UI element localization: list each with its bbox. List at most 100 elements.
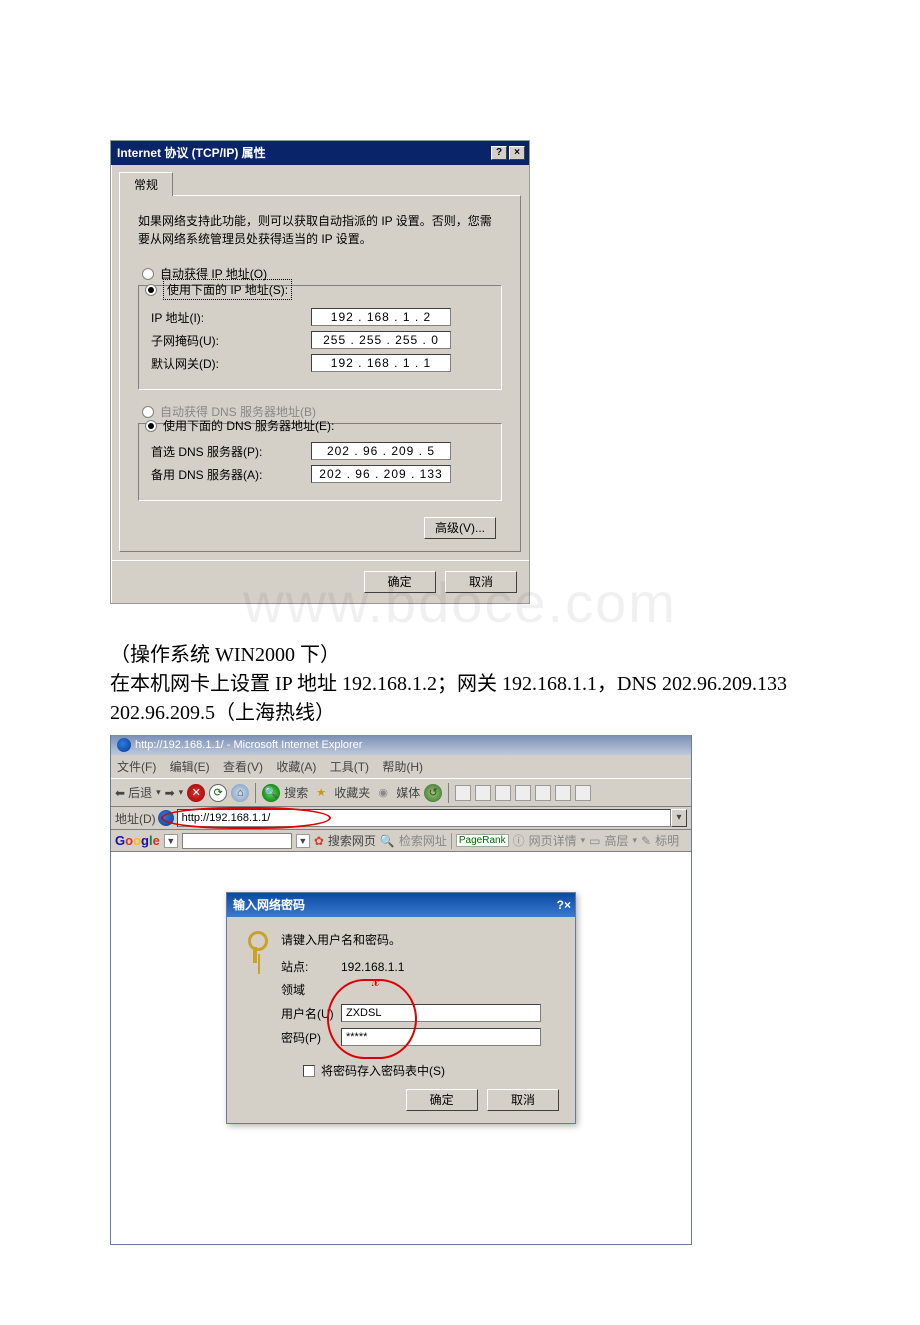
toolbar-favorites-label[interactable]: 收藏夹 <box>334 784 370 801</box>
google-logo[interactable]: Google <box>115 833 160 848</box>
history-icon[interactable]: ↺ <box>424 784 442 802</box>
ip-address-label: IP 地址(I): <box>151 309 311 326</box>
separator <box>255 783 256 803</box>
ie-icon <box>117 738 131 752</box>
radio-use-ip-label[interactable]: 使用下面的 IP 地址(S): <box>163 279 292 300</box>
site-label: 站点: <box>281 958 341 975</box>
subnet-mask-label: 子网掩码(U): <box>151 332 311 349</box>
google-highlight[interactable]: 标明 <box>655 832 679 849</box>
google-page-info[interactable]: 网页详情 <box>529 832 577 849</box>
menu-help[interactable]: 帮助(H) <box>382 760 423 774</box>
dropdown-icon[interactable]: ▾ <box>156 787 161 798</box>
tab-general[interactable]: 常规 <box>119 172 173 196</box>
edit-icon[interactable] <box>495 785 511 801</box>
google-dropdown2[interactable]: ▼ <box>296 834 310 848</box>
pagerank-badge[interactable]: PageRank <box>456 834 509 847</box>
radio-use-dns-label[interactable]: 使用下面的 DNS 服务器地址(E): <box>163 417 334 434</box>
preferred-dns-input[interactable]: 202 . 96 . 209 . 5 <box>311 442 451 460</box>
menu-view[interactable]: 查看(V) <box>223 760 263 774</box>
forward-button[interactable]: ➡ <box>165 786 175 800</box>
menu-edit[interactable]: 编辑(E) <box>170 760 210 774</box>
dialog-titlebar[interactable]: Internet 协议 (TCP/IP) 属性 ? × <box>111 141 529 165</box>
menu-file[interactable]: 文件(F) <box>117 760 156 774</box>
refresh-icon[interactable]: ⟳ <box>209 784 227 802</box>
home-icon[interactable]: ⌂ <box>231 784 249 802</box>
google-search-web[interactable]: 搜索网页 <box>328 832 376 849</box>
save-password-checkbox[interactable]: 将密码存入密码表中(S) <box>303 1062 559 1079</box>
ie-page-icon <box>158 810 174 826</box>
mail-icon[interactable] <box>455 785 471 801</box>
realm-label: 领域 <box>281 981 341 998</box>
media-icon[interactable]: ◉ <box>374 784 392 802</box>
help-button[interactable]: ? <box>557 898 564 912</box>
close-button[interactable]: × <box>564 898 571 912</box>
related-icon[interactable] <box>555 785 571 801</box>
search-icon[interactable]: 🔍 <box>262 784 280 802</box>
checkbox-icon <box>303 1065 315 1077</box>
search-web-icon[interactable]: ✿ <box>314 834 324 848</box>
info-icon[interactable]: ⓘ <box>513 832 525 849</box>
dialog-title: Internet 协议 (TCP/IP) 属性 <box>117 144 489 161</box>
doc-line1: （操作系统 WIN2000 下） <box>110 644 340 666</box>
ie-title: http://192.168.1.1/ - Microsoft Internet… <box>135 739 362 751</box>
alternate-dns-input[interactable]: 202 . 96 . 209 . 133 <box>311 465 451 483</box>
cancel-button[interactable]: 取消 <box>445 571 517 593</box>
default-gateway-label: 默认网关(D): <box>151 355 311 372</box>
alternate-dns-label: 备用 DNS 服务器(A): <box>151 466 311 483</box>
google-search-input[interactable] <box>182 833 292 849</box>
address-input[interactable] <box>177 809 671 827</box>
doc-paragraph: （操作系统 WIN2000 下） 在本机网卡上设置 IP 地址 192.168.… <box>110 638 810 725</box>
toolbar: ⬅后退 ▾ ➡ ▾ ✕ ⟳ ⌂ 🔍 搜索 ★ 收藏夹 ◉ 媒体 ↺ <box>111 779 691 807</box>
stop-icon[interactable]: ✕ <box>187 784 205 802</box>
radio-icon <box>142 268 154 280</box>
ok-button[interactable]: 确定 <box>406 1089 478 1111</box>
search-site-icon[interactable]: 🔍 <box>380 834 395 848</box>
password-label: 密码(P) <box>281 1029 341 1046</box>
radio-icon <box>145 420 157 432</box>
toolbar-media-label[interactable]: 媒体 <box>396 784 420 801</box>
highlight-icon[interactable]: ✎ <box>641 834 651 848</box>
favorites-icon[interactable]: ★ <box>312 784 330 802</box>
username-label: 用户名(U) <box>281 1005 341 1022</box>
subnet-mask-input[interactable]: 255 . 255 . 255 . 0 <box>311 331 451 349</box>
help-button[interactable]: ? <box>491 146 507 160</box>
username-input[interactable] <box>341 1004 541 1022</box>
google-search-site[interactable]: 检索网址 <box>399 832 447 849</box>
save-password-label: 将密码存入密码表中(S) <box>321 1062 445 1079</box>
misc-icon[interactable] <box>575 785 591 801</box>
auth-title: 输入网络密码 <box>233 896 557 913</box>
google-dropdown[interactable]: ▼ <box>164 834 178 848</box>
doc-line2: 在本机网卡上设置 IP 地址 192.168.1.2；网关 192.168.1.… <box>110 673 787 724</box>
ie-titlebar[interactable]: http://192.168.1.1/ - Microsoft Internet… <box>111 735 691 755</box>
toolbar-search-label[interactable]: 搜索 <box>284 784 308 801</box>
back-button[interactable]: ⬅后退 <box>115 784 152 801</box>
up-icon[interactable]: ▭ <box>589 834 600 848</box>
close-button[interactable]: × <box>509 146 525 160</box>
ie-window: http://192.168.1.1/ - Microsoft Internet… <box>110 735 692 1245</box>
print-icon[interactable] <box>475 785 491 801</box>
menu-tools[interactable]: 工具(T) <box>330 760 369 774</box>
password-input[interactable] <box>341 1028 541 1046</box>
ip-address-input[interactable]: 192 . 168 . 1 . 2 <box>311 308 451 326</box>
auth-titlebar[interactable]: 输入网络密码 ? × <box>227 893 575 917</box>
encoding-icon[interactable] <box>535 785 551 801</box>
preferred-dns-label: 首选 DNS 服务器(P): <box>151 443 311 460</box>
auth-prompt: 请键入用户名和密码。 <box>281 931 559 948</box>
radio-icon <box>142 406 154 418</box>
advanced-button[interactable]: 高级(V)... <box>424 517 496 539</box>
key-icon <box>243 931 269 965</box>
ok-button[interactable]: 确定 <box>364 571 436 593</box>
menu-favorites[interactable]: 收藏(A) <box>276 760 316 774</box>
discuss-icon[interactable] <box>515 785 531 801</box>
google-up[interactable]: 高层 <box>605 832 629 849</box>
dropdown-icon[interactable]: ▾ <box>179 787 184 798</box>
ie-content-area: 输入网络密码 ? × 请键入用户名和密码。 站点: 192.168.1.1 <box>111 852 691 1244</box>
radio-icon <box>145 284 157 296</box>
cancel-button[interactable]: 取消 <box>487 1089 559 1111</box>
separator <box>448 783 449 803</box>
address-dropdown[interactable]: ▾ <box>671 809 687 827</box>
default-gateway-input[interactable]: 192 . 168 . 1 . 1 <box>311 354 451 372</box>
address-bar: 地址(D) ▾ <box>111 807 691 830</box>
auth-dialog: 输入网络密码 ? × 请键入用户名和密码。 站点: 192.168.1.1 <box>226 892 576 1124</box>
menu-bar[interactable]: 文件(F) 编辑(E) 查看(V) 收藏(A) 工具(T) 帮助(H) <box>111 755 691 779</box>
